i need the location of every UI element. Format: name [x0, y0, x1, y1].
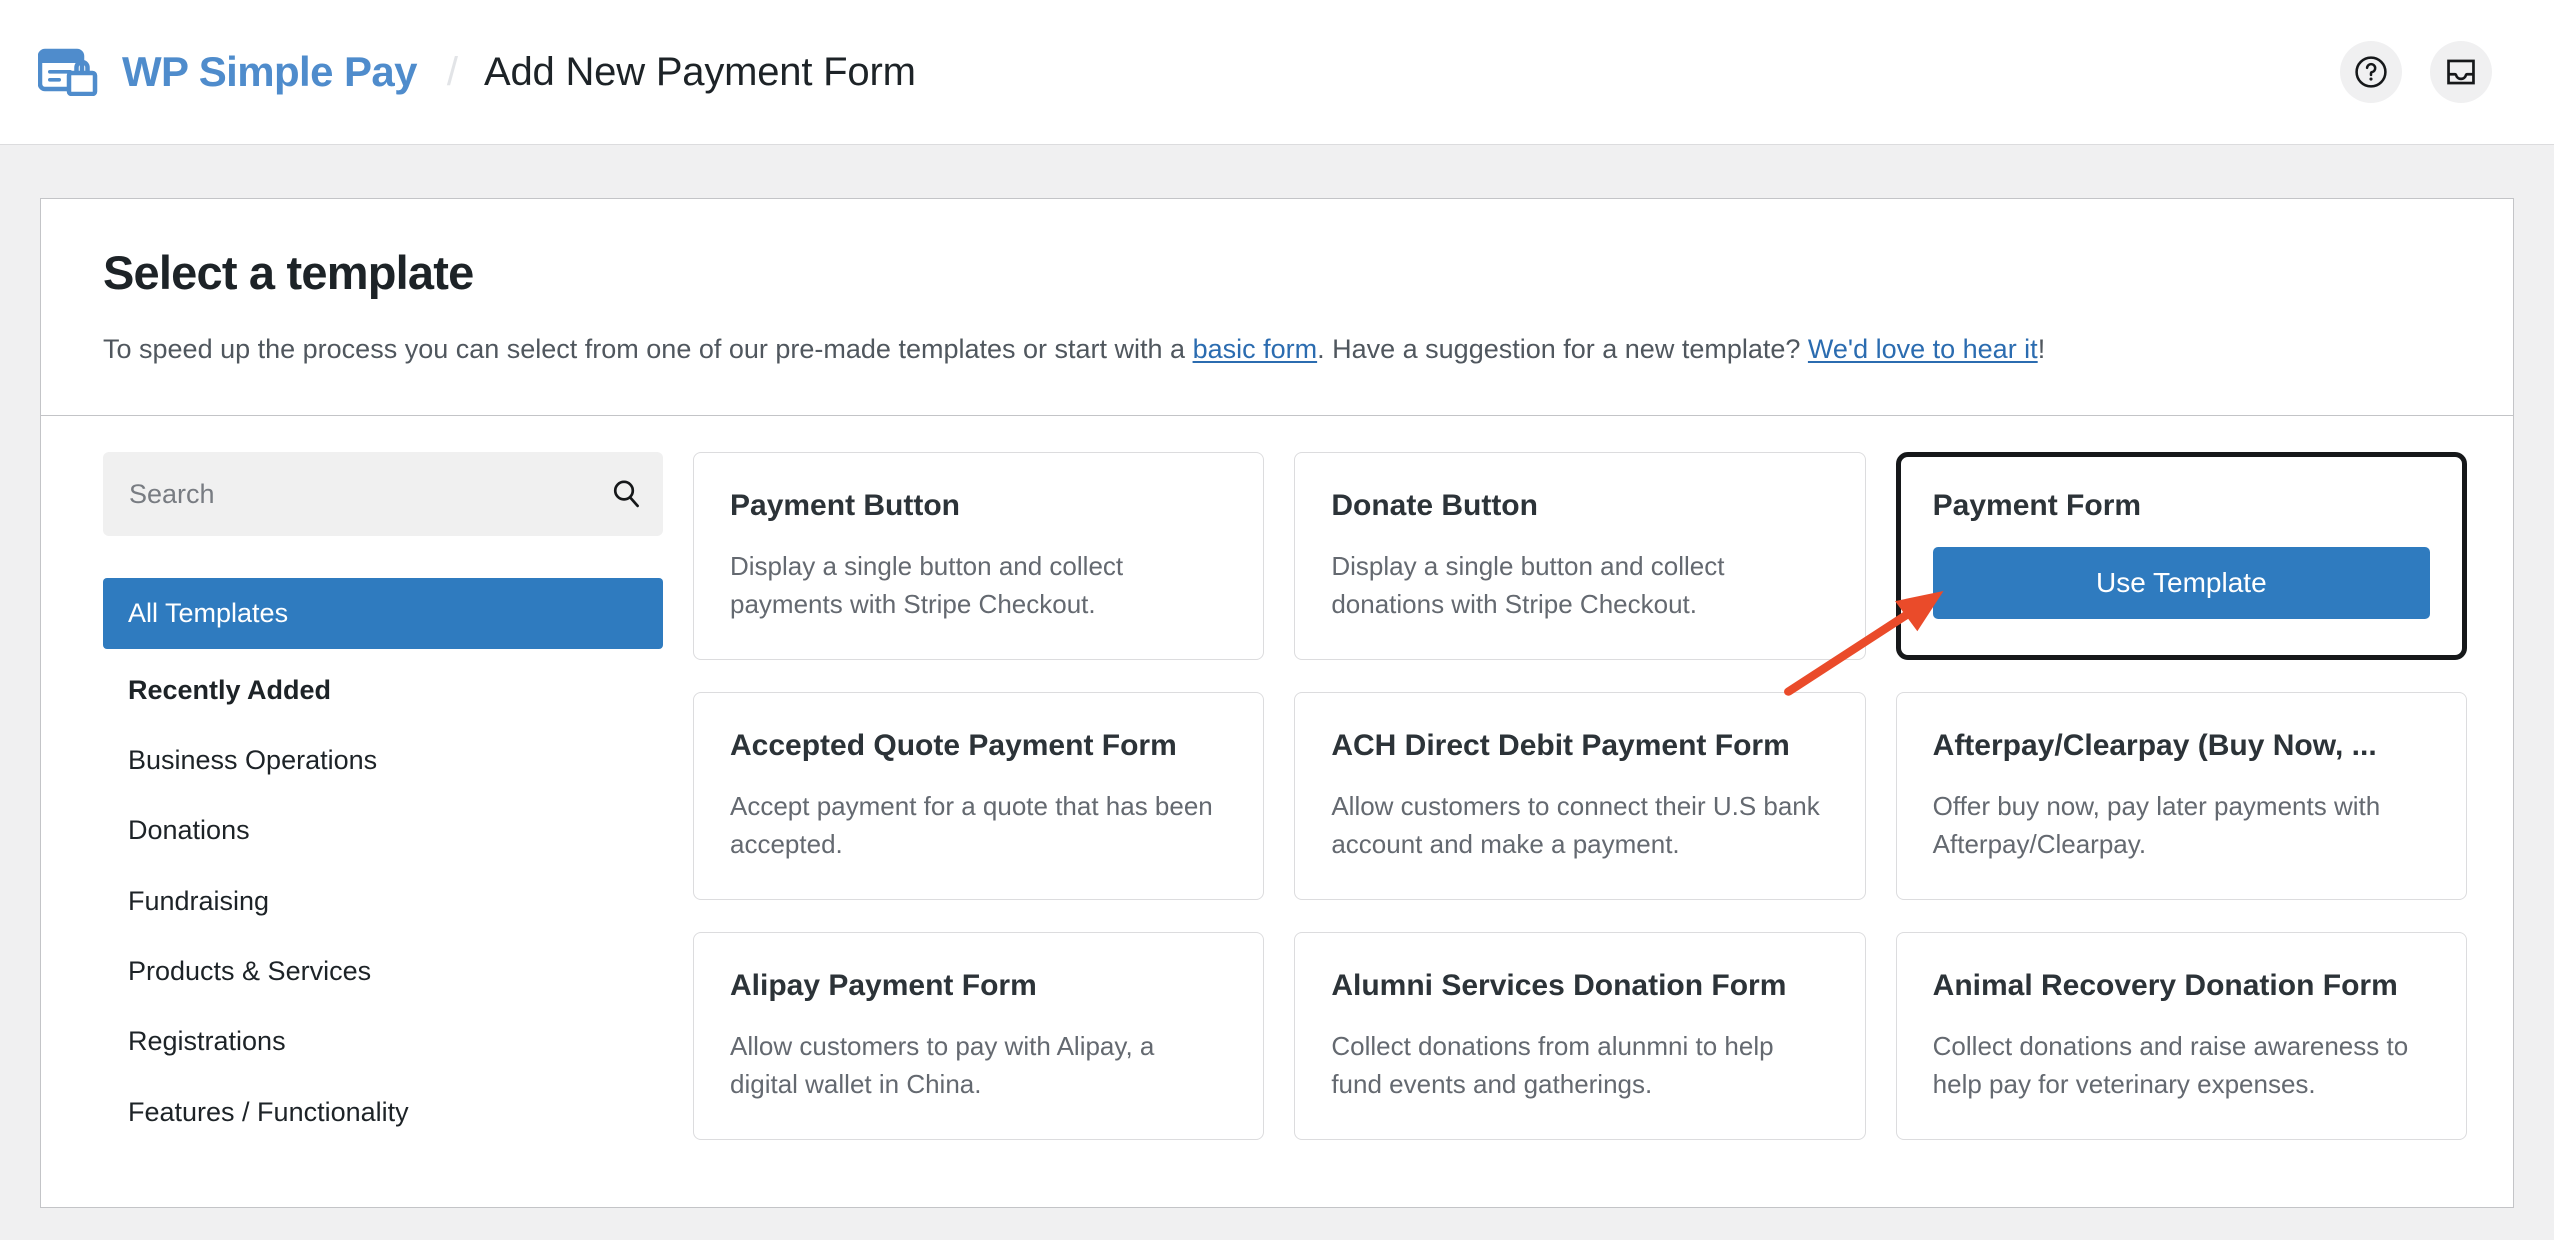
template-card-accepted-quote-payment-form[interactable]: Accepted Quote Payment Form Accept payme…	[693, 692, 1265, 901]
sidebar-item-products-services[interactable]: Products & Services	[103, 936, 663, 1006]
sidebar-item-fundraising[interactable]: Fundraising	[103, 866, 663, 936]
search-icon	[613, 480, 639, 508]
template-card-donate-button[interactable]: Donate Button Display a single button an…	[1294, 452, 1866, 661]
sidebar-item-label: Donations	[128, 815, 250, 846]
template-grid: Payment Button Display a single button a…	[693, 452, 2467, 1141]
search-submit-button[interactable]	[609, 477, 643, 511]
template-card-alumni-services-donation-form[interactable]: Alumni Services Donation Form Collect do…	[1294, 932, 1866, 1141]
page-title: Add New Payment Form	[484, 49, 916, 94]
template-card-title: Alipay Payment Form	[730, 969, 1037, 1003]
sidebar-item-label: Recently Added	[128, 674, 332, 705]
template-card-description: Display a single button and collect paym…	[730, 550, 1124, 620]
template-card-title: Accepted Quote Payment Form	[730, 729, 1177, 763]
sidebar-item-donations[interactable]: Donations	[103, 795, 663, 865]
template-card-title: Donate Button	[1331, 489, 1538, 523]
template-card-title: ACH Direct Debit Payment Form	[1331, 729, 1790, 763]
help-circle-icon	[2355, 56, 2387, 88]
sidebar-item-label: Registrations	[128, 1026, 286, 1057]
panel-description-part3: !	[2037, 334, 2046, 364]
panel-description-part1: To speed up the process you can select f…	[103, 334, 1193, 364]
template-card-payment-button[interactable]: Payment Button Display a single button a…	[693, 452, 1265, 661]
inbox-button[interactable]	[2430, 41, 2492, 103]
inbox-icon	[2447, 59, 2475, 85]
template-card-description: Allow customers to pay with Alipay, a di…	[730, 1030, 1155, 1100]
panel-description-part2: . Have a suggestion for a new template?	[1317, 334, 1808, 364]
template-card-afterpay-clearpay[interactable]: Afterpay/Clearpay (Buy Now, ... Offer bu…	[1895, 692, 2467, 901]
template-card-description: Accept payment for a quote that has been…	[730, 790, 1213, 860]
template-grid-area: Payment Button Display a single button a…	[693, 452, 2467, 1147]
template-card-animal-recovery-donation-form[interactable]: Animal Recovery Donation Form Collect do…	[1895, 932, 2467, 1141]
template-card-title: Payment Button	[730, 489, 961, 523]
brand-area[interactable]: WP Simple Pay	[38, 48, 417, 96]
template-card-title: Animal Recovery Donation Form	[1932, 969, 2398, 1003]
sidebar-item-label: Fundraising	[128, 885, 270, 916]
search-input[interactable]	[103, 452, 663, 537]
template-card-title: Afterpay/Clearpay (Buy Now, ...	[1932, 729, 2377, 763]
breadcrumb-separator: /	[446, 50, 458, 94]
template-card-description: Allow customers to connect their U.S ban…	[1331, 790, 1820, 860]
feedback-link[interactable]: We'd love to hear it	[1808, 334, 2038, 364]
sidebar-item-label: All Templates	[128, 598, 289, 629]
panel-description: To speed up the process you can select f…	[103, 330, 2451, 369]
card-lock-icon	[38, 48, 98, 96]
template-card-description: Display a single button and collect dona…	[1331, 550, 1725, 620]
template-card-payment-form[interactable]: Payment Form Use Template	[1895, 452, 2467, 661]
template-card-title: Alumni Services Donation Form	[1331, 969, 1787, 1003]
panel-title: Select a template	[103, 246, 474, 299]
category-list: All Templates Recently Added Business Op…	[103, 578, 663, 1147]
template-card-alipay-payment-form[interactable]: Alipay Payment Form Allow customers to p…	[693, 932, 1265, 1141]
sidebar-item-label: Features / Functionality	[128, 1096, 409, 1127]
help-button[interactable]	[2340, 41, 2402, 103]
template-card-ach-direct-debit-payment-form[interactable]: ACH Direct Debit Payment Form Allow cust…	[1294, 692, 1866, 901]
panel-body: All Templates Recently Added Business Op…	[41, 416, 2513, 1207]
template-card-description: Collect donations and raise awareness to…	[1932, 1030, 2409, 1100]
template-card-title: Payment Form	[1932, 489, 2142, 523]
use-template-button[interactable]: Use Template	[1932, 546, 2430, 619]
sidebar-item-label: Business Operations	[128, 744, 378, 775]
sidebar-item-recently-added[interactable]: Recently Added	[103, 655, 663, 725]
admin-topbar: WP Simple Pay / Add New Payment Form	[0, 0, 2554, 145]
sidebar-item-features-functionality[interactable]: Features / Functionality	[103, 1077, 663, 1147]
sidebar-item-business-operations[interactable]: Business Operations	[103, 725, 663, 795]
sidebar-item-all-templates[interactable]: All Templates	[103, 578, 663, 649]
page-content: Select a template To speed up the proces…	[0, 145, 2554, 1209]
basic-form-link[interactable]: basic form	[1193, 334, 1318, 364]
topbar-actions	[2340, 41, 2492, 103]
select-template-panel: Select a template To speed up the proces…	[40, 198, 2514, 1209]
panel-header: Select a template To speed up the proces…	[41, 199, 2513, 417]
search-box[interactable]	[103, 452, 663, 537]
sidebar-item-registrations[interactable]: Registrations	[103, 1006, 663, 1076]
template-sidebar: All Templates Recently Added Business Op…	[103, 452, 663, 1147]
sidebar-item-label: Products & Services	[128, 956, 372, 987]
template-card-description: Collect donations from alunmni to help f…	[1331, 1030, 1774, 1100]
template-card-description: Offer buy now, pay later payments with A…	[1932, 790, 2381, 860]
brand-name: WP Simple Pay	[122, 48, 417, 95]
